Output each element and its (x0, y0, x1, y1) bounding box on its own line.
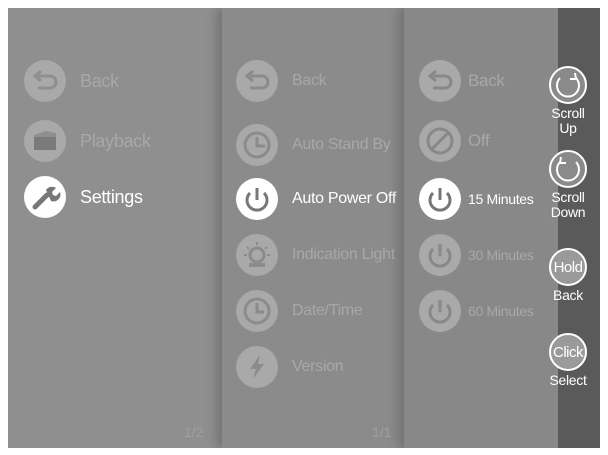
power-icon (236, 178, 278, 220)
click-select-control[interactable]: Click Select (538, 333, 598, 388)
settings-panel: Back Auto Stand By Auto Power Off Indica… (222, 8, 409, 448)
back-arrow-icon (236, 60, 278, 102)
back-arrow-icon (419, 60, 461, 102)
menu-item-label: 30 Minutes (468, 247, 534, 263)
option-60-minutes[interactable]: 60 Minutes (419, 290, 534, 332)
settings-item-date-time[interactable]: Date/Time (236, 290, 363, 332)
hold-back-label: Back (553, 287, 583, 303)
menu-item-label: Auto Stand By (292, 136, 391, 153)
menu-item-label: Back (292, 72, 327, 89)
off-slash-icon (419, 120, 461, 162)
menu-item-label: Off (468, 131, 490, 150)
click-button[interactable]: Click (549, 333, 587, 371)
scroll-down-control[interactable]: Scroll Down (538, 150, 598, 220)
hold-back-control[interactable]: Hold Back (538, 248, 598, 303)
wrench-icon (24, 176, 66, 218)
hold-button[interactable]: Hold (549, 248, 587, 286)
menu-item-back[interactable]: Back (24, 60, 119, 102)
settings-item-version[interactable]: Version (236, 346, 344, 388)
light-icon (236, 234, 278, 276)
option-30-minutes[interactable]: 30 Minutes (419, 234, 534, 276)
settings-item-back[interactable]: Back (236, 60, 327, 102)
scroll-up-label: Scroll Up (551, 105, 585, 136)
menu-item-playback[interactable]: Playback (24, 120, 151, 162)
camera-menu-screen: Back Playback Settings 1/2 Back Auto Sta… (8, 8, 600, 448)
back-arrow-icon (24, 60, 66, 102)
menu-item-settings[interactable]: Settings (24, 176, 143, 218)
page-indicator: 1/2 (184, 424, 204, 440)
menu-item-label: 15 Minutes (468, 191, 534, 207)
rotate-ccw-icon (549, 150, 587, 188)
main-menu-panel: Back Playback Settings 1/2 (8, 8, 222, 448)
menu-item-label: 60 Minutes (468, 303, 534, 319)
power-icon (419, 234, 461, 276)
settings-item-indication-light[interactable]: Indication Light (236, 234, 395, 276)
page-indicator: 1/1 (372, 424, 392, 440)
lightning-icon (236, 346, 278, 388)
settings-item-auto-stand-by[interactable]: Auto Stand By (236, 124, 391, 166)
rotate-cw-icon (549, 66, 587, 104)
menu-item-label: Playback (80, 130, 151, 151)
clock-icon (236, 290, 278, 332)
settings-item-auto-power-off[interactable]: Auto Power Off (236, 178, 396, 220)
menu-item-label: Version (292, 358, 344, 375)
power-icon (419, 290, 461, 332)
menu-item-label: Back (80, 70, 119, 91)
clock-icon (236, 124, 278, 166)
auto-power-off-panel: Back Off 15 Minutes 30 Minutes 60 Minute… (404, 8, 558, 448)
option-back[interactable]: Back (419, 60, 505, 102)
option-off[interactable]: Off (419, 120, 490, 162)
option-15-minutes[interactable]: 15 Minutes (419, 178, 534, 220)
menu-item-label: Settings (80, 186, 143, 207)
menu-item-label: Indication Light (292, 246, 395, 263)
menu-item-label: Back (468, 71, 505, 90)
folder-icon (24, 120, 66, 162)
scroll-up-control[interactable]: Scroll Up (538, 66, 598, 136)
power-icon (419, 178, 461, 220)
menu-item-label: Auto Power Off (292, 190, 397, 207)
click-select-label: Select (549, 372, 587, 388)
scroll-down-label: Scroll Down (550, 189, 586, 220)
menu-item-label: Date/Time (292, 302, 363, 319)
